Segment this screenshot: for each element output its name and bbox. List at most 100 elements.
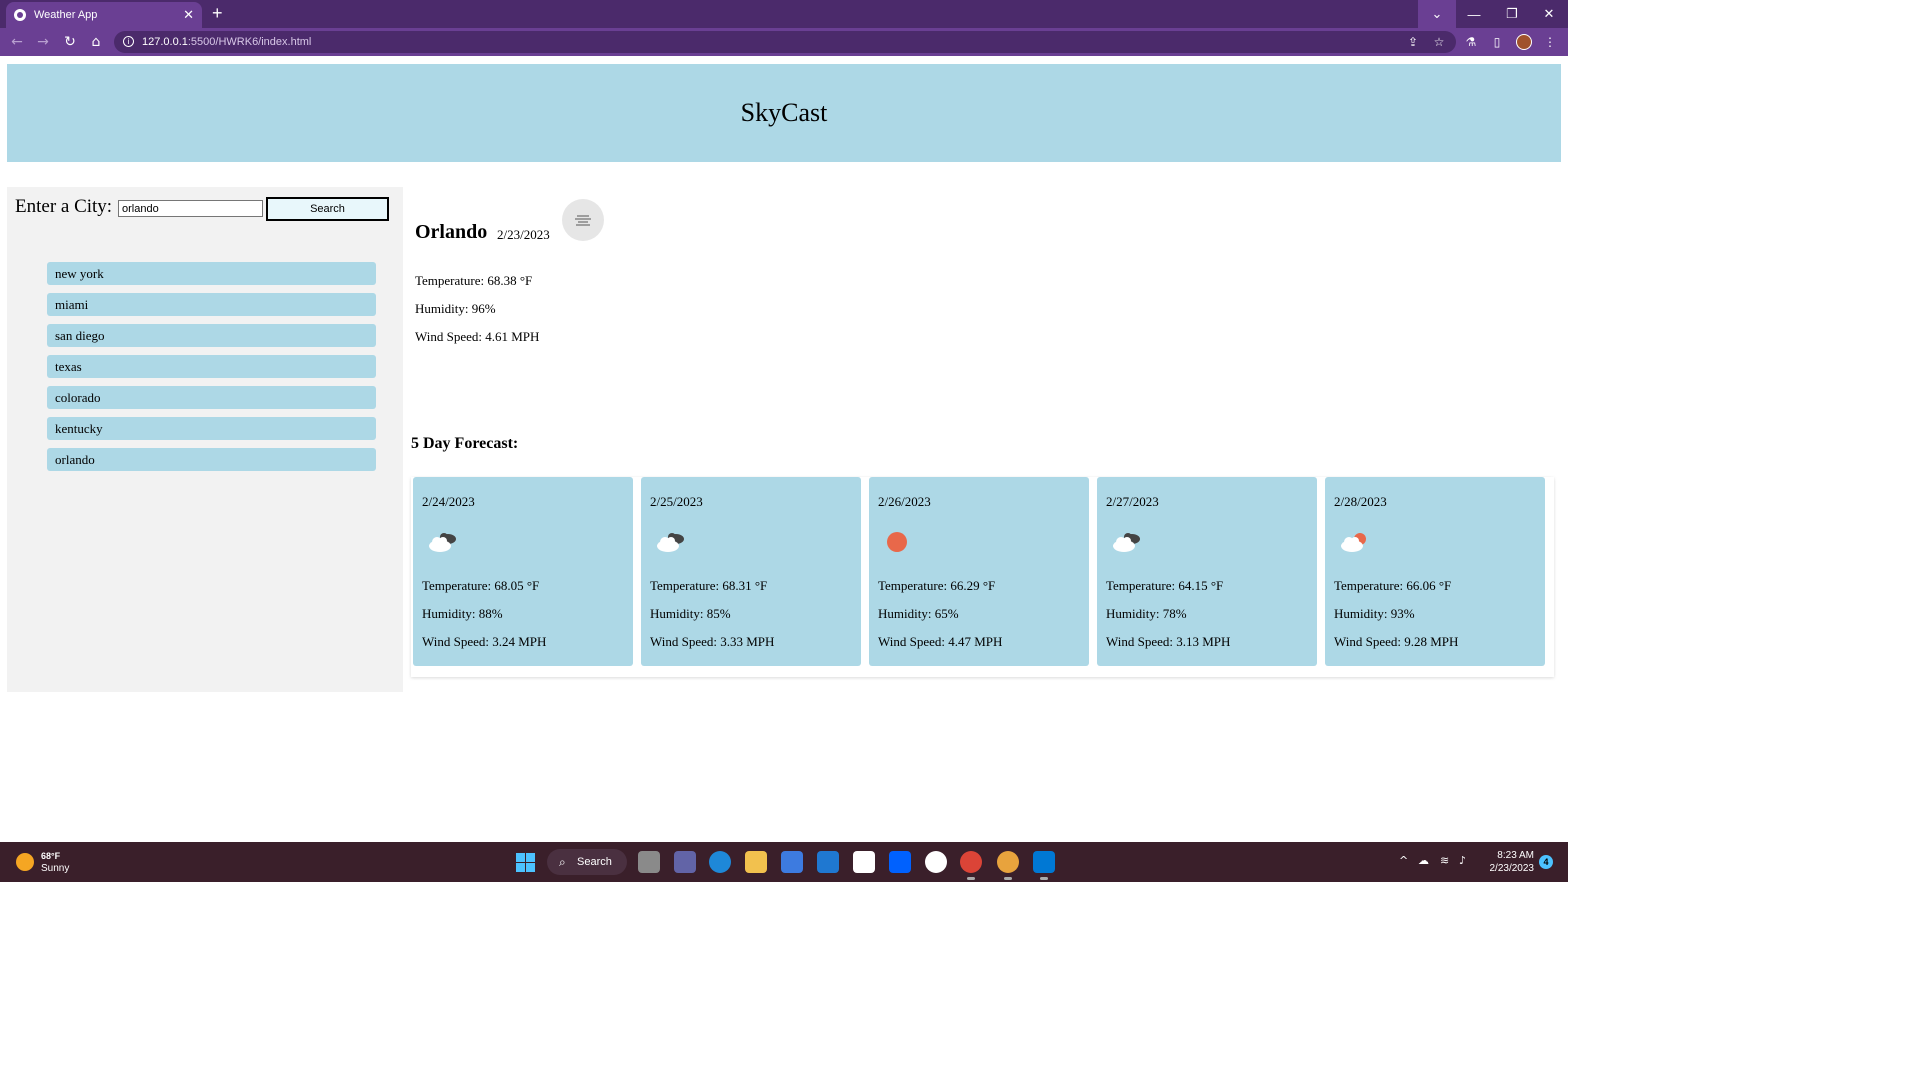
forecast-card: 2/24/2023 Temperature: 68.05 °F Humidity… xyxy=(413,477,633,666)
search-sidebar: Enter a City: Search new york miami san … xyxy=(7,187,403,692)
taskbar-weather-temp[interactable]: 68°F xyxy=(41,851,60,861)
forecast-humidity: Humidity: 93% xyxy=(1334,606,1415,621)
forecast-humidity: Humidity: 78% xyxy=(1106,606,1187,621)
taskbar-time[interactable]: 8:23 AM xyxy=(1484,850,1534,861)
forecast-card: 2/28/2023 Temperature: 66.06 °F Humidity… xyxy=(1325,477,1545,666)
windows-start-icon[interactable] xyxy=(516,853,535,872)
current-wind: Wind Speed: 4.61 MPH xyxy=(415,329,540,344)
mist-icon xyxy=(562,199,604,241)
sun-icon[interactable] xyxy=(16,853,34,871)
onedrive-cloud-icon[interactable]: ☁ xyxy=(1418,854,1429,867)
tab-search-chevron-icon[interactable]: ⌄ xyxy=(1418,0,1456,28)
url-host: 127.0.0.1 xyxy=(142,36,188,48)
search-button[interactable]: Search xyxy=(266,197,389,221)
history-item-miami[interactable]: miami xyxy=(47,293,376,316)
current-temperature: Temperature: 68.38 °F xyxy=(415,273,533,288)
forecast-card: 2/25/2023 Temperature: 68.31 °F Humidity… xyxy=(641,477,861,666)
forecast-wind: Wind Speed: 4.47 MPH xyxy=(878,634,1003,649)
windows-taskbar: 68°F Sunny ⌕ Search ^ ☁ ≋ ♪ 8:23 AM 2/23… xyxy=(0,842,1568,882)
forecast-wind: Wind Speed: 3.13 MPH xyxy=(1106,634,1231,649)
minimize-icon[interactable]: — xyxy=(1455,0,1493,28)
forecast-temperature: Temperature: 66.06 °F xyxy=(1334,578,1452,593)
clear-sky-icon xyxy=(887,532,907,552)
forward-arrow-icon[interactable]: → xyxy=(35,34,51,50)
back-arrow-icon[interactable]: ← xyxy=(9,34,25,50)
forecast-title: 5 Day Forecast: xyxy=(411,435,519,452)
forecast-wind: Wind Speed: 3.33 MPH xyxy=(650,634,775,649)
forecast-wind: Wind Speed: 3.24 MPH xyxy=(422,634,547,649)
current-date: 2/23/2023 xyxy=(497,227,550,242)
task-view-icon[interactable] xyxy=(638,851,660,873)
app-header: SkyCast xyxy=(7,64,1561,162)
taskbar-search[interactable]: ⌕ Search xyxy=(547,849,627,875)
taskbar-search-label: Search xyxy=(577,856,612,868)
page-content: SkyCast Enter a City: Search new york mi… xyxy=(0,56,1568,842)
reload-icon[interactable]: ↻ xyxy=(62,34,78,50)
tab-close-button[interactable]: ✕ xyxy=(183,7,194,23)
volume-icon[interactable]: ♪ xyxy=(1459,854,1466,867)
side-panel-icon[interactable]: ▯ xyxy=(1489,34,1505,50)
dropbox-icon[interactable] xyxy=(889,851,911,873)
home-icon[interactable]: ⌂ xyxy=(88,34,104,50)
bookmark-star-icon[interactable]: ☆ xyxy=(1431,34,1447,50)
few-clouds-icon xyxy=(1341,533,1366,552)
broken-clouds-icon xyxy=(1113,533,1140,552)
browser-tab-bar: Weather App ✕ + ⌄ — ❐ ✕ xyxy=(0,0,1568,28)
forecast-date: 2/24/2023 xyxy=(422,494,475,509)
search-history: new york miami san diego texas colorado … xyxy=(47,262,376,479)
history-item-colorado[interactable]: colorado xyxy=(47,386,376,409)
browser-toolbar: ← → ↻ ⌂ i 127.0.0.1:5500/HWRK6/index.htm… xyxy=(0,28,1568,56)
restore-icon[interactable]: ❐ xyxy=(1493,0,1531,28)
history-item-new-york[interactable]: new york xyxy=(47,262,376,285)
search-icon: ⌕ xyxy=(559,855,566,869)
chrome-icon[interactable] xyxy=(960,851,982,880)
forecast-temperature: Temperature: 68.05 °F xyxy=(422,578,540,593)
amazon-icon[interactable] xyxy=(853,851,875,873)
chrome-profile-icon[interactable] xyxy=(997,851,1019,880)
forecast-card: 2/26/2023 Temperature: 66.29 °F Humidity… xyxy=(869,477,1089,666)
forecast-date: 2/27/2023 xyxy=(1106,494,1159,509)
menu-kebab-icon[interactable]: ⋮ xyxy=(1542,34,1558,50)
history-item-kentucky[interactable]: kentucky xyxy=(47,417,376,440)
wifi-icon[interactable]: ≋ xyxy=(1440,854,1449,867)
current-humidity: Humidity: 96% xyxy=(415,301,496,316)
url-path: :5500/HWRK6/index.html xyxy=(187,36,312,48)
forecast-temperature: Temperature: 66.29 °F xyxy=(878,578,996,593)
forecast-date: 2/25/2023 xyxy=(650,494,703,509)
share-icon[interactable]: ⇪ xyxy=(1405,34,1421,50)
profile-avatar[interactable] xyxy=(1516,34,1532,50)
taskbar-date[interactable]: 2/23/2023 xyxy=(1484,863,1535,874)
broken-clouds-icon xyxy=(429,533,456,552)
forecast-humidity: Humidity: 65% xyxy=(878,606,959,621)
broken-clouds-icon xyxy=(657,533,684,552)
teams-chat-icon[interactable] xyxy=(674,851,696,873)
forecast-card: 2/27/2023 Temperature: 64.15 °F Humidity… xyxy=(1097,477,1317,666)
new-tab-button[interactable]: + xyxy=(212,4,223,22)
taskbar-weather-condition[interactable]: Sunny xyxy=(41,863,69,874)
forecast-temperature: Temperature: 64.15 °F xyxy=(1106,578,1224,593)
history-item-texas[interactable]: texas xyxy=(47,355,376,378)
info-icon[interactable]: i xyxy=(123,36,134,47)
file-explorer-icon[interactable] xyxy=(745,851,767,873)
close-window-icon[interactable]: ✕ xyxy=(1530,0,1568,28)
forecast-wind: Wind Speed: 9.28 MPH xyxy=(1334,634,1459,649)
forecast-container: 2/24/2023 Temperature: 68.05 °F Humidity… xyxy=(411,477,1554,677)
browser-tab[interactable]: Weather App ✕ xyxy=(6,2,202,28)
extensions-flask-icon[interactable]: ⚗ xyxy=(1463,34,1479,50)
history-item-orlando[interactable]: orlando xyxy=(47,448,376,471)
tab-title: Weather App xyxy=(34,9,98,21)
mail-icon[interactable] xyxy=(817,851,839,873)
edge-icon[interactable] xyxy=(709,851,731,873)
vscode-icon[interactable] xyxy=(1033,851,1055,880)
address-bar[interactable]: i 127.0.0.1:5500/HWRK6/index.html xyxy=(114,31,1456,53)
microsoft-store-icon[interactable] xyxy=(781,851,803,873)
notification-badge[interactable]: 4 xyxy=(1539,855,1553,869)
city-input[interactable] xyxy=(118,200,263,217)
city-label: Enter a City: xyxy=(15,196,113,217)
app-title: SkyCast xyxy=(740,98,828,127)
history-item-san-diego[interactable]: san diego xyxy=(47,324,376,347)
app-circle-icon[interactable] xyxy=(925,851,947,873)
forecast-date: 2/26/2023 xyxy=(878,494,931,509)
forecast-humidity: Humidity: 85% xyxy=(650,606,731,621)
tray-chevron-up-icon[interactable]: ^ xyxy=(1399,854,1408,867)
